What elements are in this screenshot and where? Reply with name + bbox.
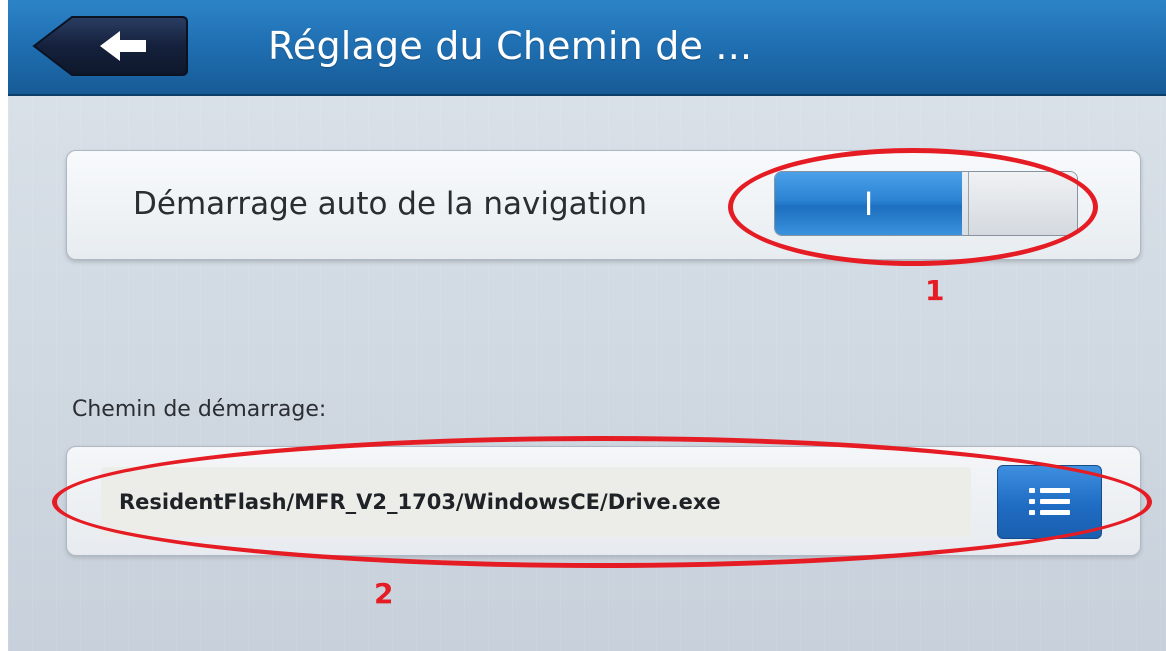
auto-start-label: Démarrage auto de la navigation xyxy=(133,186,648,222)
back-button[interactable] xyxy=(32,15,188,77)
annotation-number-2: 2 xyxy=(374,577,394,610)
arrow-left-icon xyxy=(32,16,188,76)
start-path-label: Chemin de démarrage: xyxy=(72,397,327,422)
annotation-circle-1 xyxy=(728,148,1098,266)
annotation-number-1: 1 xyxy=(925,274,945,307)
annotation-circle-2 xyxy=(52,436,1152,568)
page-title: Réglage du Chemin de ... xyxy=(268,24,753,68)
title-bar: Réglage du Chemin de ... xyxy=(8,0,1166,96)
